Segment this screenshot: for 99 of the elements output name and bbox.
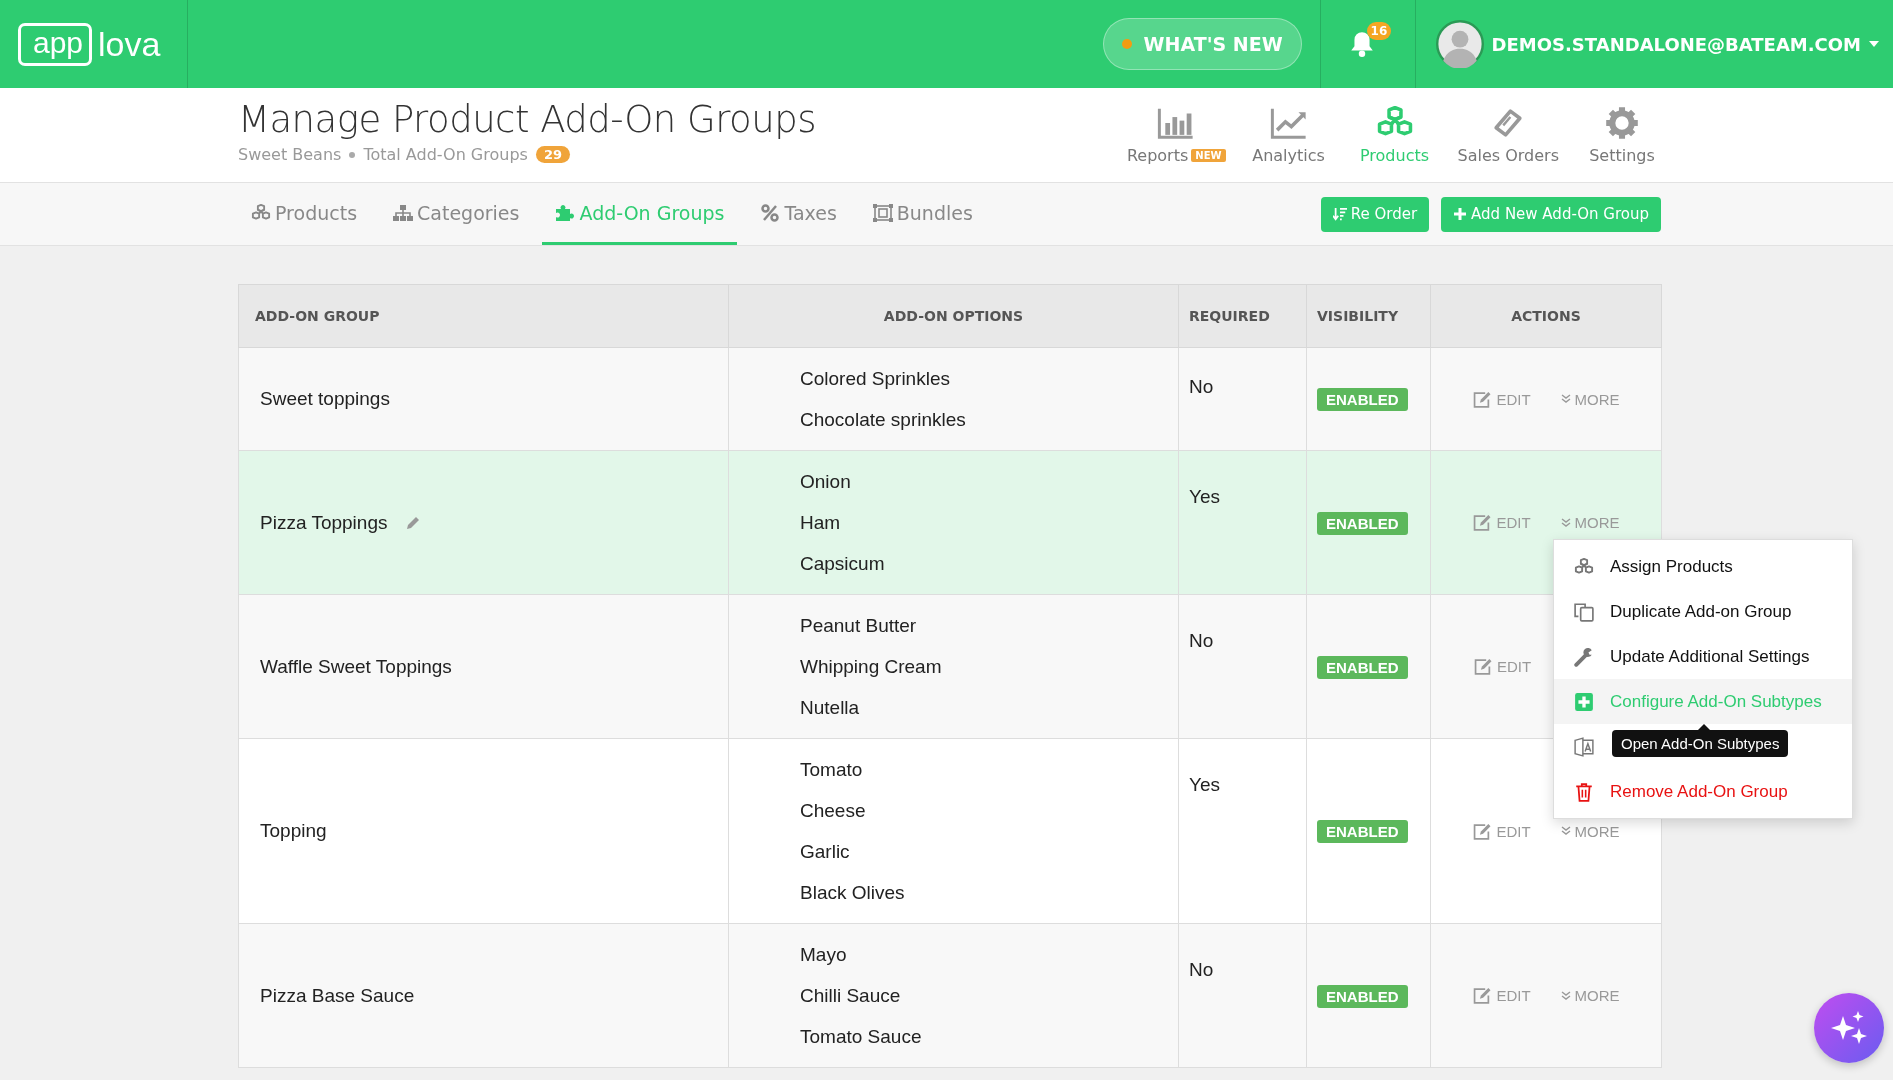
edit-icon[interactable] — [1472, 658, 1493, 675]
tab[interactable]: Products — [238, 183, 371, 245]
required-value: Yes — [1189, 774, 1220, 795]
new-badge: NEW — [1191, 148, 1226, 162]
module-link[interactable]: Reports NEW — [1118, 105, 1234, 165]
option-name: Whipping Cream — [800, 655, 943, 679]
edit-link[interactable]: EDIT — [1472, 658, 1532, 675]
chevron-down-icon[interactable] — [1560, 394, 1571, 404]
edit-link[interactable]: EDIT — [1472, 514, 1531, 531]
option-name: Black Olives — [800, 881, 906, 905]
store-name: Sweet Beans — [238, 145, 342, 164]
option-name: Peanut Butter — [800, 614, 918, 638]
sort-icon — [1332, 207, 1347, 221]
tab[interactable]: Taxes — [747, 183, 850, 245]
chevron-down-icon[interactable] — [1560, 826, 1571, 836]
sparkle-button[interactable] — [1814, 993, 1884, 1063]
edit-icon[interactable] — [1472, 822, 1493, 840]
group-name: Sweet toppings — [260, 388, 390, 410]
edit-icon[interactable] — [1472, 514, 1493, 531]
column-header: ACTIONS — [1430, 284, 1662, 348]
chevron-down-icon[interactable] — [1560, 517, 1571, 528]
option-name: Onion — [800, 470, 852, 494]
page-title: Manage Product Add-On Groups — [238, 98, 817, 141]
chevron-down-icon[interactable] — [1560, 990, 1571, 1001]
logo-app[interactable]: app — [18, 22, 93, 66]
group-name: Topping — [260, 820, 327, 842]
required-value: Yes — [1189, 486, 1220, 507]
required-value: No — [1189, 630, 1214, 651]
total-label: Total Add-On Groups — [363, 145, 528, 164]
tab[interactable]: Categories — [380, 183, 533, 245]
notification-count: 16 — [1366, 22, 1392, 40]
more-link[interactable]: MORE — [1560, 987, 1620, 1004]
avatar-icon[interactable] — [1435, 20, 1484, 68]
wrench-icon — [1574, 646, 1594, 667]
module-link[interactable]: Sales Orders — [1449, 105, 1567, 165]
edit-link[interactable]: EDIT — [1472, 987, 1531, 1004]
group-name: Pizza Toppings — [260, 511, 388, 534]
column-header: ADD-ON GROUP — [238, 284, 729, 348]
option-name: Tomato Sauce — [800, 1025, 923, 1049]
menu-item[interactable]: Assign Products — [1554, 544, 1852, 589]
more-link[interactable]: MORE — [1560, 390, 1620, 408]
column-header: VISIBILITY — [1306, 284, 1431, 348]
more-link[interactable]: MORE — [1560, 514, 1620, 531]
edit-link[interactable]: EDIT — [1472, 822, 1531, 840]
tooltip: Open Add-On Subtypes — [1612, 724, 1789, 757]
logo-wordmark[interactable]: lova — [98, 24, 161, 64]
user-email[interactable]: DEMOS.STANDALONE@BATEAM.COM — [1491, 33, 1861, 55]
column-header: REQUIRED — [1178, 284, 1307, 348]
whats-new-button[interactable]: WHAT'S NEW — [1102, 18, 1302, 70]
required-value: No — [1189, 959, 1214, 980]
action-button[interactable]: Re Order — [1320, 196, 1430, 232]
menu-item[interactable]: Update Additional Settings — [1554, 634, 1852, 679]
tab[interactable]: Add-On Groups — [542, 183, 738, 245]
option-name: Chilli Sauce — [800, 984, 902, 1008]
visibility-status: ENABLED — [1317, 388, 1408, 411]
frame-icon — [872, 203, 893, 222]
edit-link[interactable]: EDIT — [1472, 390, 1531, 408]
menu-item[interactable]: Remove Add-On Group — [1554, 769, 1852, 814]
caret-icon[interactable] — [1869, 41, 1879, 47]
visibility-status: ENABLED — [1317, 655, 1408, 679]
translate-icon — [1574, 736, 1594, 757]
pencil-icon[interactable] — [405, 514, 422, 531]
option-name: Capsicum — [800, 552, 886, 576]
plus-icon — [1453, 207, 1468, 221]
cubes-icon — [251, 203, 271, 222]
module-link[interactable]: Analytics — [1237, 105, 1340, 165]
option-name: Nutella — [800, 696, 861, 720]
edit-icon[interactable] — [1472, 987, 1493, 1004]
copy-icon — [1574, 601, 1594, 622]
group-name: Waffle Sweet Toppings — [260, 655, 452, 678]
option-name: Tomato — [800, 758, 864, 782]
required-value: No — [1189, 376, 1214, 397]
visibility-status: ENABLED — [1317, 820, 1408, 843]
module-link[interactable]: Products — [1343, 105, 1446, 165]
menu-item[interactable]: Configure Add-On Subtypes — [1554, 679, 1852, 724]
plus-square-icon — [1574, 691, 1594, 712]
action-button[interactable]: Add New Add-On Group — [1441, 196, 1661, 232]
option-name: Cheese — [800, 799, 867, 823]
edit-icon[interactable] — [1472, 390, 1493, 408]
puzzle-icon — [555, 203, 576, 222]
visibility-status: ENABLED — [1317, 984, 1408, 1008]
option-name: Ham — [800, 511, 842, 535]
visibility-status: ENABLED — [1317, 511, 1408, 535]
menu-item[interactable]: Duplicate Add-on Group — [1554, 589, 1852, 634]
percent-icon — [760, 203, 781, 222]
option-name: Chocolate sprinkles — [800, 408, 967, 432]
tab[interactable]: Bundles — [859, 183, 986, 245]
trash-icon — [1574, 781, 1594, 802]
menu-item[interactable]: Open Add-On Subtypes — [1554, 724, 1852, 769]
group-name: Pizza Base Sauce — [260, 984, 415, 1007]
option-name: Garlic — [800, 840, 851, 864]
settings-icon — [1603, 105, 1641, 140]
column-header: ADD-ON OPTIONS — [728, 284, 1179, 348]
sitemap-icon — [393, 203, 414, 222]
option-name: Mayo — [800, 943, 848, 967]
option-name: Colored Sprinkles — [800, 367, 951, 391]
module-link[interactable]: Settings — [1571, 105, 1673, 165]
total-count: 29 — [535, 146, 570, 163]
more-link[interactable]: MORE — [1560, 822, 1620, 840]
